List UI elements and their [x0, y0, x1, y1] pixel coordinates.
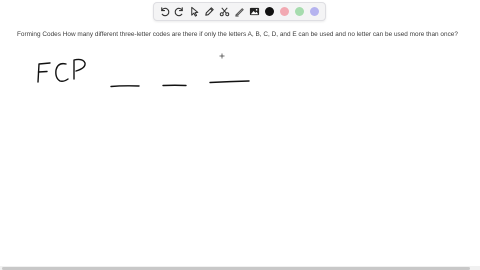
highlighter-icon[interactable] [233, 5, 246, 19]
color-dot [280, 7, 289, 16]
answer-blanks [110, 80, 250, 88]
color-dot [310, 7, 319, 16]
blank-line-1 [110, 85, 140, 88]
color-purple-swatch[interactable] [308, 5, 321, 19]
select-arrow-icon[interactable] [188, 5, 201, 19]
blank-line-3 [209, 80, 250, 84]
horizontal-scrollbar[interactable] [0, 266, 480, 270]
handwritten-label-fcp [37, 58, 86, 83]
color-dot [265, 7, 274, 16]
color-green-swatch[interactable] [293, 5, 306, 19]
scrollbar-thumb[interactable] [2, 266, 470, 270]
image-icon[interactable] [248, 5, 261, 19]
color-dot [295, 7, 304, 16]
question-text: Forming Codes How many different three-l… [17, 31, 458, 38]
redo-icon[interactable] [173, 5, 186, 19]
cursor-crosshair [219, 53, 225, 59]
undo-icon[interactable] [158, 5, 171, 19]
color-pink-swatch[interactable] [278, 5, 291, 19]
color-black-swatch[interactable] [263, 5, 276, 19]
drawing-canvas[interactable] [0, 0, 480, 270]
scissors-icon[interactable] [218, 5, 231, 19]
pen-icon[interactable] [203, 5, 216, 19]
drawing-toolbar [153, 2, 326, 21]
